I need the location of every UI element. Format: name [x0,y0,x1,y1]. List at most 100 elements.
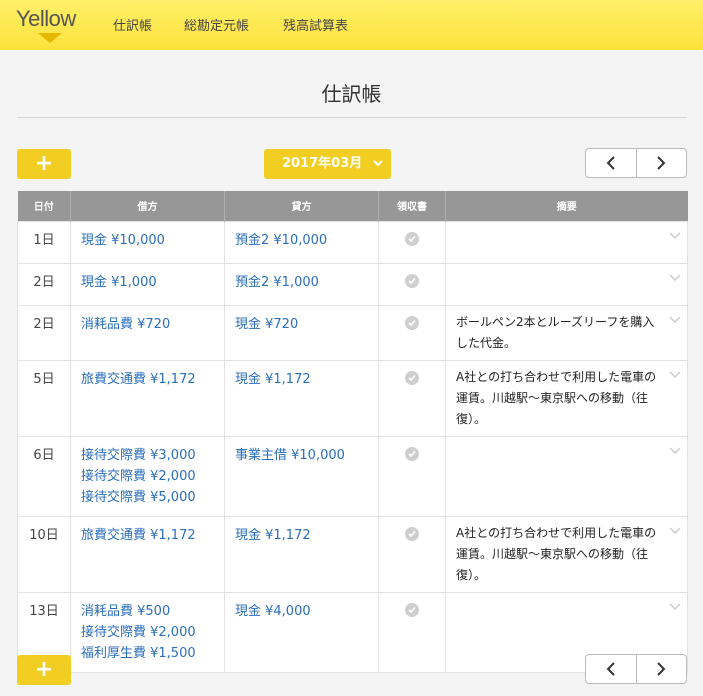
entry-receipt [378,304,446,361]
table-row[interactable]: 10日 旅費交通費 ¥1,172 現金 ¥1,172 A社との打ち合わせで利用し… [17,515,688,593]
expand-row-chevron-icon[interactable] [669,526,681,535]
credit-line[interactable]: 現金 ¥720 [235,314,368,335]
add-entry-button-top[interactable]: + [17,149,71,179]
credit-line[interactable]: 現金 ¥1,172 [235,369,368,390]
entry-credit: 預金2 ¥10,000 [224,220,379,264]
nav-journal[interactable]: 仕訳帳 [113,15,152,34]
receipt-check-icon[interactable] [405,370,419,385]
debit-line[interactable]: 消耗品費 ¥500 [81,601,214,622]
entry-date: 10日 [17,515,71,593]
entry-memo: A社との打ち合わせで利用した電車の運賃。川越駅〜東京駅への移動（往復）。 [445,359,688,437]
col-memo: 摘要 [445,191,688,221]
credit-line[interactable]: 預金2 ¥1,000 [235,272,368,293]
debit-line[interactable]: 接待交際費 ¥3,000 [81,445,214,466]
entry-receipt [378,591,446,673]
expand-row-chevron-icon[interactable] [669,602,681,611]
debit-line[interactable]: 消耗品費 ¥720 [81,314,214,335]
entry-receipt [378,435,446,517]
entry-credit: 預金2 ¥1,000 [224,262,379,306]
debit-line[interactable]: 接待交際費 ¥2,000 [81,466,214,487]
chevron-down-icon [373,149,383,179]
entry-credit: 現金 ¥720 [224,304,379,361]
col-credit: 貸方 [224,191,379,221]
debit-line[interactable]: 福利厚生費 ¥1,500 [81,643,214,664]
entry-receipt [378,262,446,306]
entry-memo: ボールペン2本とルーズリーフを購入した代金。 [445,304,688,361]
debit-line[interactable]: 旅費交通費 ¥1,172 [81,525,214,546]
expand-row-chevron-icon[interactable] [669,446,681,455]
col-debit: 借方 [70,191,225,221]
prev-month-button[interactable] [586,655,637,683]
credit-line[interactable]: 現金 ¥1,172 [235,525,368,546]
table-row[interactable]: 1日 現金 ¥10,000 預金2 ¥10,000 [17,220,688,264]
col-date: 日付 [17,191,71,221]
next-month-button[interactable] [637,149,687,177]
debit-line[interactable]: 現金 ¥10,000 [81,230,214,251]
entry-receipt [378,515,446,593]
table-row[interactable]: 6日 接待交際費 ¥3,000 接待交際費 ¥2,000 接待交際費 ¥5,00… [17,435,688,517]
next-month-button[interactable] [637,655,687,683]
entry-credit: 現金 ¥1,172 [224,359,379,437]
entry-date: 2日 [17,304,71,361]
entry-memo [445,220,688,264]
chevron-right-icon [657,156,666,170]
logo-text: Yellow [16,6,76,31]
table-row[interactable]: 2日 消耗品費 ¥720 現金 ¥720 ボールペン2本とルーズリーフを購入した… [17,304,688,361]
journal-table: 日付 借方 貸方 領収書 摘要 1日 現金 ¥10,000 預金2 ¥10,00… [17,191,688,673]
logo[interactable]: Yellow [16,4,88,44]
table-header-row: 日付 借方 貸方 領収書 摘要 [17,191,688,221]
entry-debit: 旅費交通費 ¥1,172 [70,359,225,437]
receipt-check-icon[interactable] [405,273,419,288]
expand-row-chevron-icon[interactable] [669,273,681,282]
receipt-check-icon[interactable] [405,602,419,617]
chevron-right-icon [657,662,666,676]
entry-date: 5日 [17,359,71,437]
prev-month-button[interactable] [586,149,637,177]
entry-debit: 消耗品費 ¥500 接待交際費 ¥2,000 福利厚生費 ¥1,500 [70,591,225,673]
receipt-check-icon[interactable] [405,446,419,461]
entry-debit: 現金 ¥1,000 [70,262,225,306]
month-selector[interactable]: 2017年03月 [264,149,391,179]
credit-line[interactable]: 現金 ¥4,000 [235,601,368,622]
nav-trial-balance[interactable]: 残高試算表 [283,15,348,34]
app-header: Yellow 仕訳帳 総勘定元帳 残高試算表 [0,0,703,50]
logo-triangle-icon [38,33,62,43]
chevron-left-icon [606,156,615,170]
chevron-left-icon [606,662,615,676]
expand-row-chevron-icon[interactable] [669,370,681,379]
entry-debit: 現金 ¥10,000 [70,220,225,264]
entry-debit: 旅費交通費 ¥1,172 [70,515,225,593]
table-row[interactable]: 5日 旅費交通費 ¥1,172 現金 ¥1,172 A社との打ち合わせで利用した… [17,359,688,437]
entry-receipt [378,220,446,264]
entry-debit: 消耗品費 ¥720 [70,304,225,361]
debit-line[interactable]: 接待交際費 ¥5,000 [81,487,214,508]
entry-credit: 事業主借 ¥10,000 [224,435,379,517]
receipt-check-icon[interactable] [405,315,419,330]
col-receipt: 領収書 [378,191,446,221]
debit-line[interactable]: 接待交際費 ¥2,000 [81,622,214,643]
entry-credit: 現金 ¥1,172 [224,515,379,593]
entry-memo: A社との打ち合わせで利用した電車の運賃。川越駅〜東京駅への移動（往復）。 [445,515,688,593]
pager-bottom [585,654,687,684]
memo-text: A社との打ち合わせで利用した電車の運賃。川越駅〜東京駅への移動（往復）。 [456,369,657,426]
debit-line[interactable]: 現金 ¥1,000 [81,272,214,293]
credit-line[interactable]: 事業主借 ¥10,000 [235,445,368,466]
entry-date: 2日 [17,262,71,306]
memo-text: A社との打ち合わせで利用した電車の運賃。川越駅〜東京駅への移動（往復）。 [456,525,657,582]
debit-line[interactable]: 旅費交通費 ¥1,172 [81,369,214,390]
memo-text: ボールペン2本とルーズリーフを購入した代金。 [456,314,655,350]
month-label: 2017年03月 [282,156,363,171]
credit-line[interactable]: 預金2 ¥10,000 [235,230,368,251]
entry-memo [445,435,688,517]
table-row[interactable]: 2日 現金 ¥1,000 預金2 ¥1,000 [17,262,688,306]
nav-general-ledger[interactable]: 総勘定元帳 [184,15,249,34]
add-entry-button-bottom[interactable]: + [17,655,71,685]
receipt-check-icon[interactable] [405,231,419,246]
receipt-check-icon[interactable] [405,526,419,541]
expand-row-chevron-icon[interactable] [669,231,681,240]
expand-row-chevron-icon[interactable] [669,315,681,324]
title-divider [17,117,687,118]
entry-date: 6日 [17,435,71,517]
page-title: 仕訳帳 [321,82,382,106]
entry-credit: 現金 ¥4,000 [224,591,379,673]
